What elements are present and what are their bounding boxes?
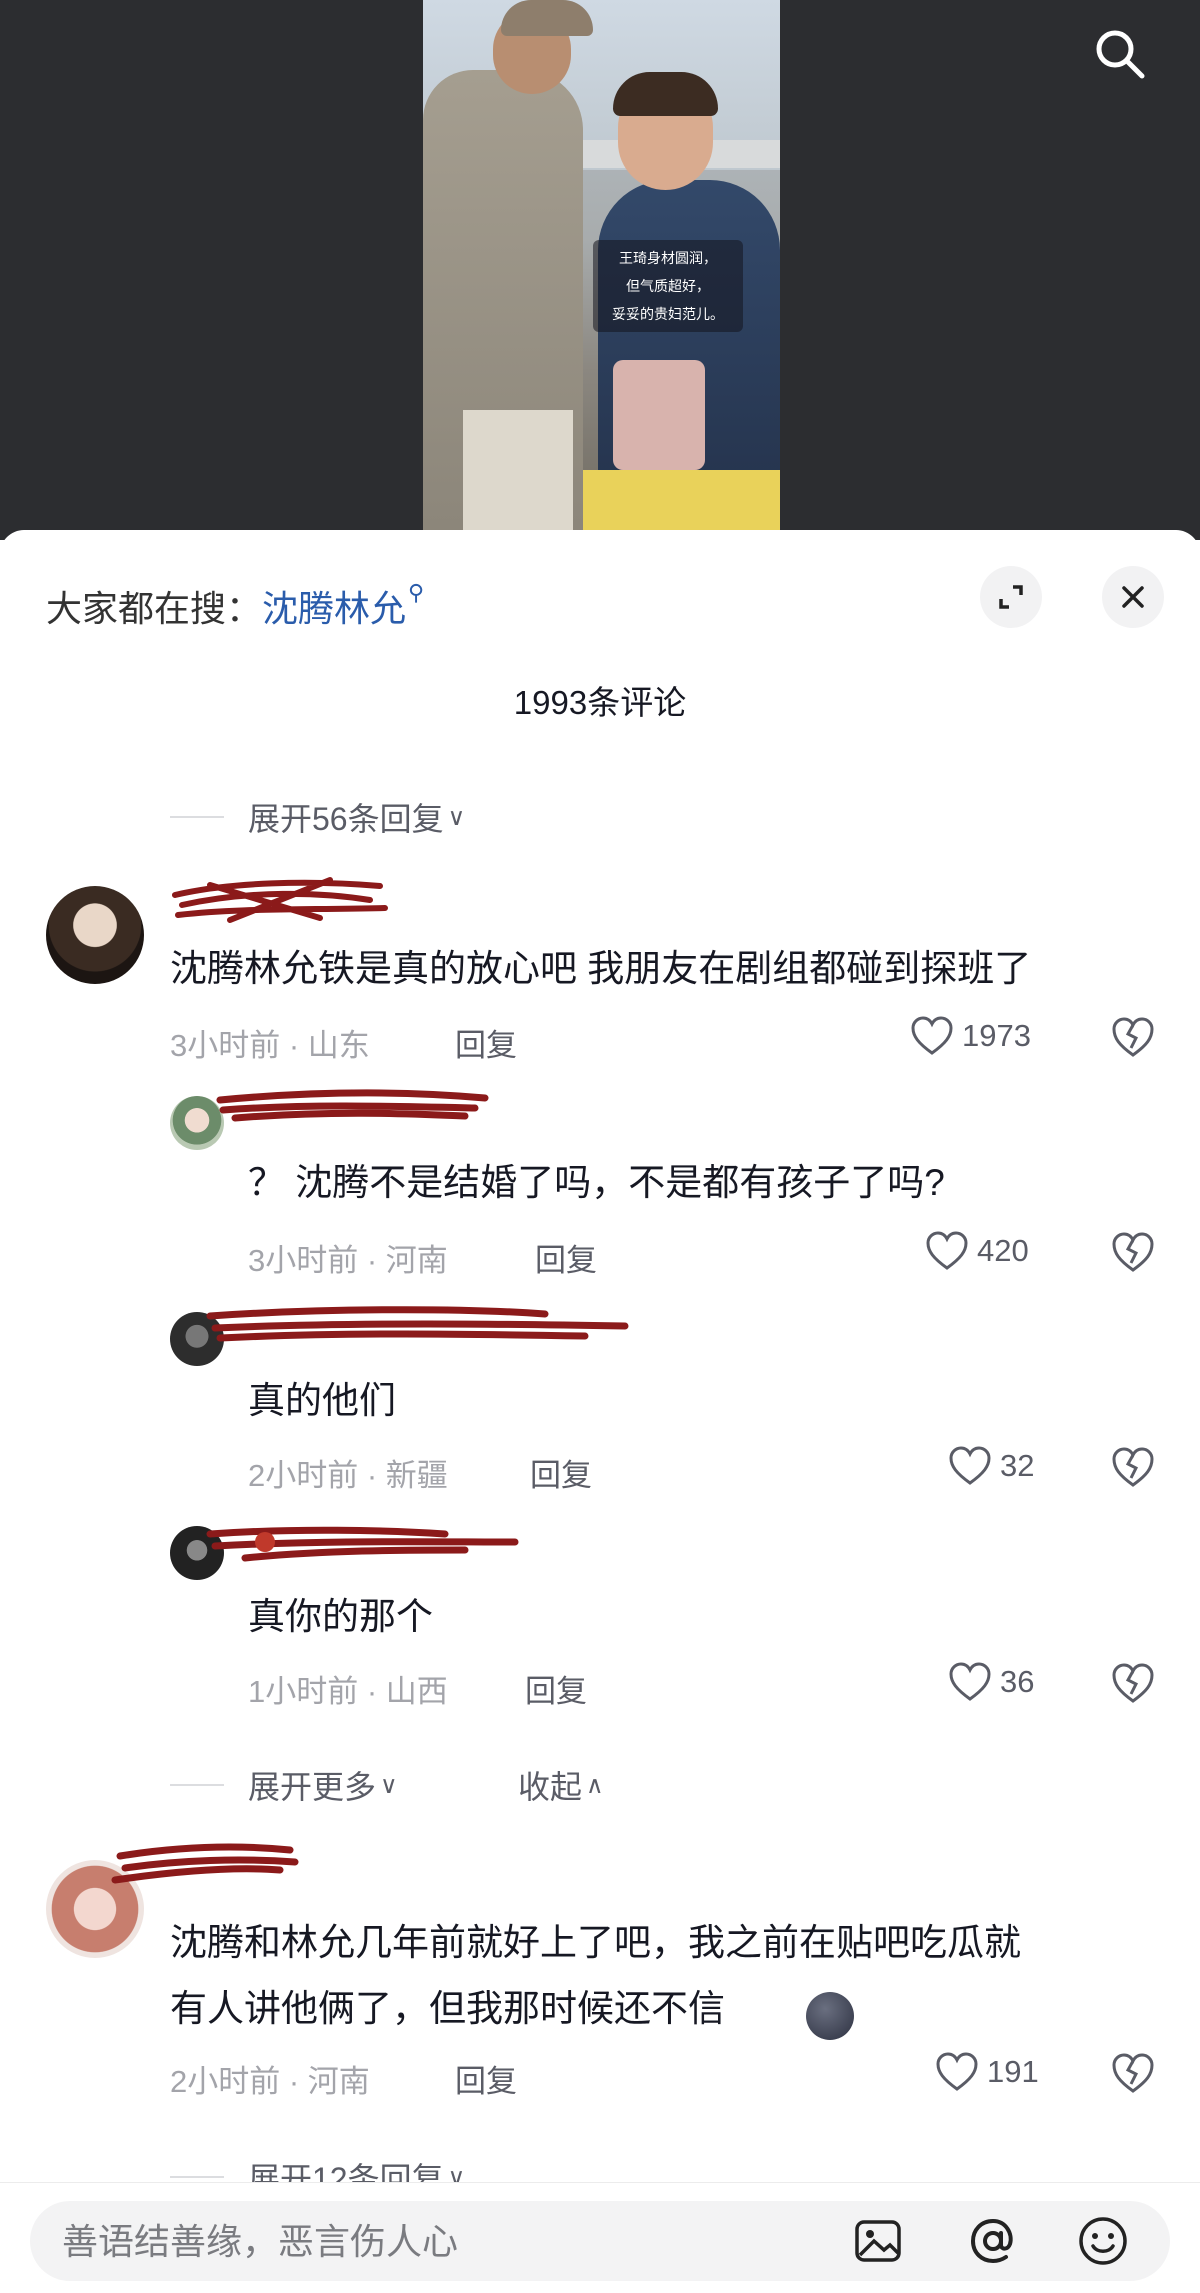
redacted-username [215, 1080, 495, 1130]
like-count: 36 [1000, 1664, 1034, 1700]
hot-search-prefix: 大家都在搜： [46, 588, 262, 629]
redacted-username [205, 1520, 525, 1570]
video-woman-skirt [583, 470, 780, 530]
video-frame: 王琦身材圆润， 但气质超好， 妥妥的贵妇范儿。 [423, 0, 780, 530]
comment-input[interactable] [60, 2201, 824, 2283]
heart-icon [948, 1662, 992, 1702]
expand-panel-button[interactable] [980, 566, 1042, 628]
dislike-button[interactable] [1110, 1446, 1156, 1493]
comment-input-box[interactable] [30, 2201, 1170, 2281]
expand-replies-label: 展开56条回复 [248, 794, 444, 840]
heart-icon [935, 2052, 979, 2092]
chevron-up-icon: ∧ [586, 1771, 604, 1800]
divider-line [170, 2176, 224, 2178]
redacted-username [110, 1836, 310, 1896]
caption-line: 王琦身材圆润， [593, 244, 743, 272]
dislike-button[interactable] [1110, 2052, 1156, 2099]
comment-panel: 大家都在搜：沈腾林允⚲ 1993条评论 展开56条回复 ∨ 沈腾林允铁是真的放心… [0, 530, 1200, 2292]
hot-search-bar: 大家都在搜：沈腾林允⚲ [46, 580, 424, 632]
expand-replies-top[interactable]: 展开56条回复 ∨ [170, 794, 465, 840]
dislike-button[interactable] [1110, 1016, 1156, 1063]
expand-more-label: 展开更多 [248, 1762, 376, 1808]
like-count: 32 [1000, 1448, 1034, 1484]
comment-count-title: 1993条评论 [0, 676, 1200, 724]
redacted-username [170, 870, 390, 930]
like-count: 1973 [962, 1018, 1031, 1054]
emoji-sticker-icon [806, 1992, 854, 2040]
caption-line: 但气质超好， [593, 272, 743, 300]
close-panel-button[interactable] [1102, 566, 1164, 628]
comment-meta: 3小时前 · 山东 [170, 1020, 370, 1065]
broken-heart-icon [1110, 1446, 1156, 1488]
close-icon [1118, 582, 1148, 612]
emoji-icon[interactable] [1075, 2213, 1131, 2269]
broken-heart-icon [1110, 1231, 1156, 1273]
comment-meta: 2小时前 · 河南 [170, 2056, 370, 2101]
comment-meta: 3小时前 · 河南 [248, 1235, 448, 1280]
search-small-icon: ⚲ [408, 580, 424, 605]
heart-icon [925, 1231, 969, 1271]
comment-text: 真你的那个 [248, 1588, 433, 1646]
comment-text-line: 沈腾和林允几年前就好上了吧，我之前在贴吧吃瓜就 [170, 1914, 1021, 1972]
chevron-down-icon: ∨ [380, 1771, 398, 1800]
reply-button[interactable]: 回复 [455, 2056, 517, 2101]
heart-icon [948, 1446, 992, 1486]
caption-line: 妥妥的贵妇范儿。 [593, 300, 743, 328]
comment-text: ？ 沈腾不是结婚了吗，不是都有孩子了吗? [248, 1154, 945, 1212]
like-count: 191 [987, 2054, 1039, 2090]
broken-heart-icon [1110, 2052, 1156, 2094]
reply-button[interactable]: 回复 [535, 1235, 597, 1280]
divider-line [170, 816, 224, 818]
heart-icon [910, 1016, 954, 1056]
expand-icon [995, 581, 1027, 613]
video-handbag [613, 360, 705, 470]
broken-heart-icon [1110, 1662, 1156, 1704]
video-man-pants [463, 410, 573, 530]
search-icon[interactable] [1090, 24, 1150, 84]
at-icon[interactable] [965, 2213, 1021, 2269]
like-count: 420 [977, 1233, 1029, 1269]
like-button[interactable]: 1973 [910, 1016, 1031, 1056]
comment-text-line: 有人讲他俩了，但我那时候还不信 [170, 1980, 725, 2038]
reply-button[interactable]: 回复 [530, 1450, 592, 1495]
avatar[interactable] [46, 886, 144, 984]
chevron-down-icon: ∨ [448, 803, 466, 832]
divider-line [170, 1784, 224, 1786]
dislike-button[interactable] [1110, 1231, 1156, 1278]
like-button[interactable]: 420 [925, 1231, 1029, 1271]
comment-meta: 2小时前 · 新疆 [248, 1450, 448, 1495]
like-button[interactable]: 32 [948, 1446, 1034, 1486]
video-player[interactable]: 王琦身材圆润， 但气质超好， 妥妥的贵妇范儿。 [0, 0, 1200, 540]
collapse-button[interactable]: 收起 ∧ [518, 1762, 604, 1808]
broken-heart-icon [1110, 1016, 1156, 1058]
collapse-label: 收起 [518, 1762, 582, 1808]
comment-input-bar [0, 2182, 1200, 2293]
like-button[interactable]: 36 [948, 1662, 1034, 1702]
dislike-button[interactable] [1110, 1662, 1156, 1709]
reply-button[interactable]: 回复 [525, 1666, 587, 1711]
redacted-username [205, 1300, 635, 1350]
image-icon[interactable] [850, 2213, 906, 2269]
like-button[interactable]: 191 [935, 2052, 1039, 2092]
comment-text: 沈腾林允铁是真的放心吧 我朋友在剧组都碰到探班了 [170, 940, 1031, 998]
comment-meta: 1小时前 · 山西 [248, 1666, 448, 1711]
expand-more-button[interactable]: 展开更多 ∨ [170, 1762, 398, 1808]
video-man-cap [501, 0, 593, 36]
video-woman-hair [613, 72, 718, 116]
reply-button[interactable]: 回复 [455, 1020, 517, 1065]
video-caption: 王琦身材圆润， 但气质超好， 妥妥的贵妇范儿。 [593, 240, 743, 332]
hot-search-keyword[interactable]: 沈腾林允 [262, 588, 406, 629]
comment-text: 真的他们 [248, 1372, 396, 1430]
